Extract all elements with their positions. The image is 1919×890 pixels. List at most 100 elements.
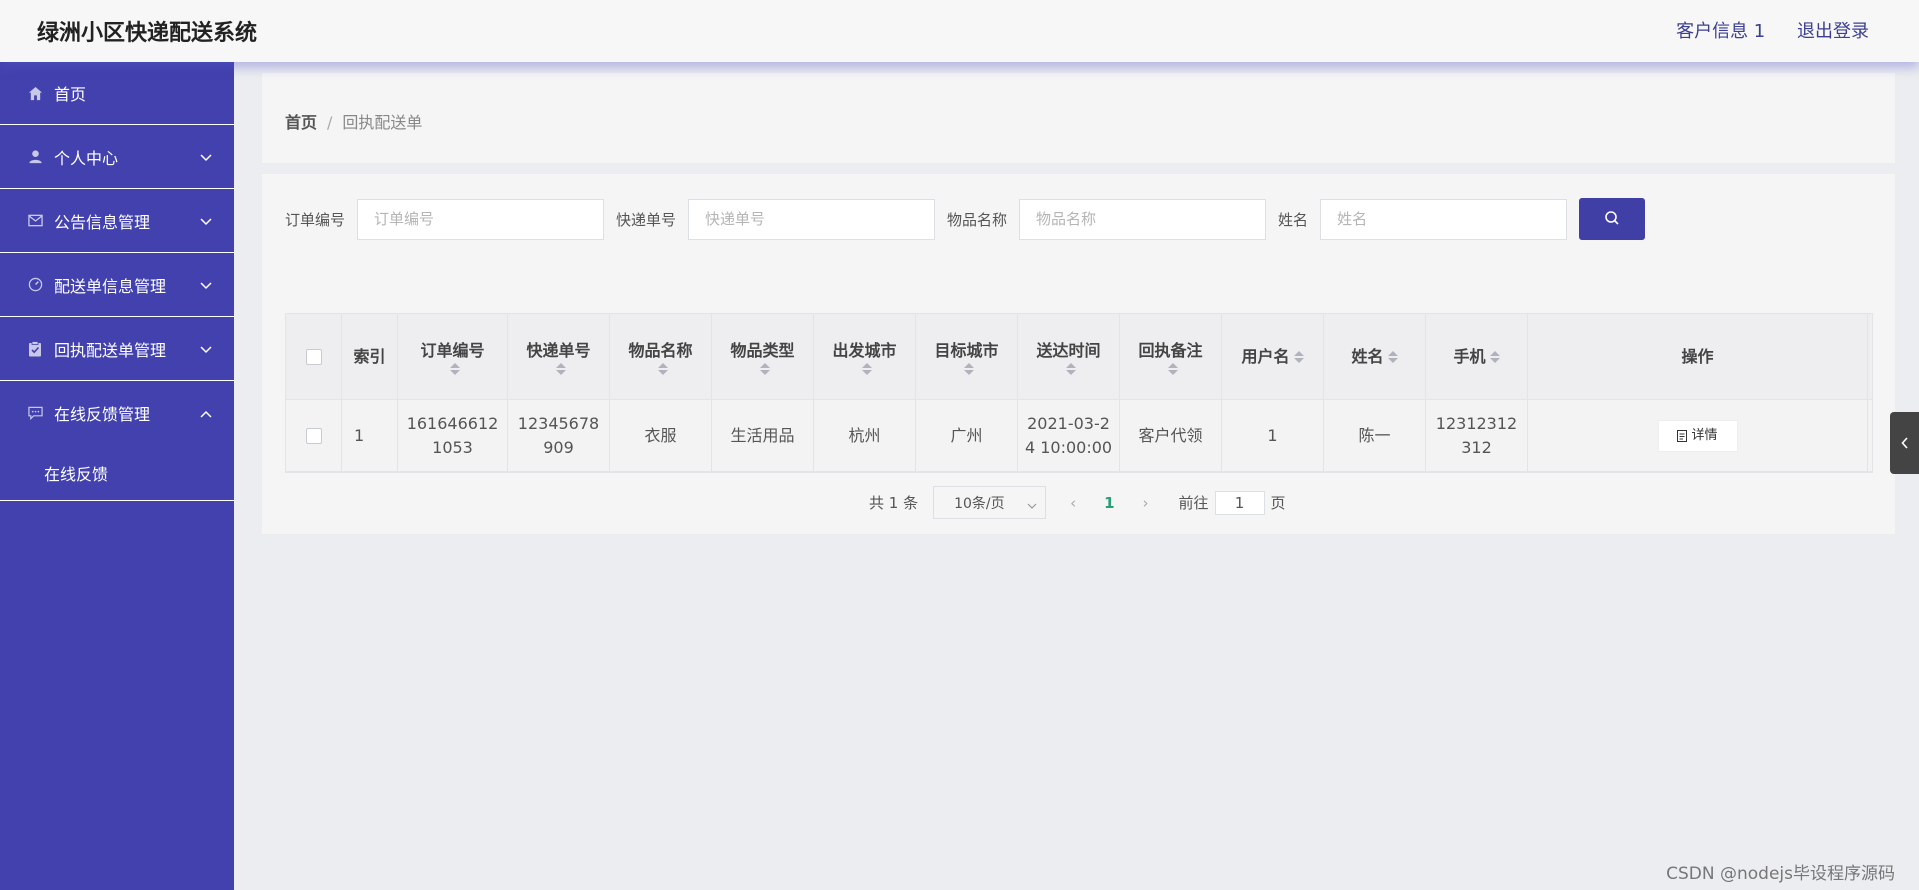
sort-icon[interactable] [861, 362, 872, 375]
customer-info-link[interactable]: 客户信息 1 [1676, 21, 1765, 42]
chevron-left-icon [1900, 434, 1909, 453]
cell-item-type: 生活用品 [712, 400, 814, 471]
cell-username: 1 [1222, 400, 1324, 471]
sort-icon[interactable] [449, 362, 460, 375]
home-icon [27, 85, 43, 101]
sidebar-item-receipt[interactable]: 回执配送单管理 [0, 317, 234, 381]
cell-name: 陈一 [1324, 400, 1426, 471]
col-header-remark[interactable]: 回执备注 [1120, 314, 1222, 399]
sort-icon[interactable] [1489, 350, 1500, 363]
item-name-input[interactable] [1019, 198, 1267, 240]
sidebar-item-personal[interactable]: 个人中心 [0, 125, 234, 189]
cell-remark: 客户代领 [1120, 400, 1222, 471]
user-icon [27, 149, 43, 165]
chevron-down-icon [1027, 498, 1037, 514]
page-number-current[interactable]: 1 [1104, 494, 1114, 512]
breadcrumb-home[interactable]: 首页 [285, 113, 317, 132]
col-header-phone[interactable]: 手机 [1426, 314, 1528, 399]
col-header-to-city[interactable]: 目标城市 [916, 314, 1018, 399]
side-panel-toggle[interactable] [1890, 412, 1919, 474]
main-card: 订单编号 快递单号 物品名称 姓名 索引 订单编号 快递单号 物品名称 物品类型… [262, 174, 1895, 534]
goto-label: 前往 [1178, 494, 1209, 512]
chat-icon [27, 405, 43, 421]
sort-icon[interactable] [657, 362, 668, 375]
select-all-checkbox[interactable] [305, 348, 322, 365]
order-no-input[interactable] [357, 198, 605, 240]
col-header-label: 回执备注 [1138, 340, 1203, 360]
sidebar-item-notice[interactable]: 公告信息管理 [0, 189, 234, 253]
col-header-label: 订单编号 [420, 340, 485, 360]
col-header-label: 送达时间 [1036, 340, 1101, 360]
sidebar-item-home[interactable]: 首页 [0, 62, 234, 125]
pagination-total: 共 1 条 [869, 494, 919, 512]
search-label-item-name: 物品名称 [947, 210, 1008, 229]
cell-text: 2021-03-2 [1027, 413, 1110, 433]
col-header-index: 索引 [342, 314, 398, 399]
goto-page-input[interactable] [1214, 490, 1265, 515]
logout-link[interactable]: 退出登录 [1797, 21, 1869, 42]
col-header-username[interactable]: 用户名 [1222, 314, 1324, 399]
sort-icon[interactable] [555, 362, 566, 375]
col-header-item-type[interactable]: 物品类型 [712, 314, 814, 399]
col-header-label: 操作 [1681, 346, 1714, 366]
sort-icon[interactable] [1065, 362, 1076, 375]
page-size-select[interactable]: 10条/页 [933, 486, 1047, 519]
col-header-label: 快递单号 [526, 340, 591, 360]
breadcrumb-separator: / [327, 113, 333, 132]
page-suffix: 页 [1270, 494, 1286, 512]
detail-button[interactable]: 详情 [1657, 419, 1738, 452]
sort-icon[interactable] [963, 362, 974, 375]
cell-index: 1 [342, 400, 398, 471]
cell-to-city: 广州 [916, 400, 1018, 471]
col-header-label: 物品类型 [730, 340, 795, 360]
sort-icon[interactable] [1387, 350, 1398, 363]
col-header-label: 姓名 [1351, 346, 1384, 366]
sidebar-item-label: 个人中心 [54, 148, 119, 168]
cell-text: 161646612 [406, 413, 499, 433]
sort-icon[interactable] [1293, 350, 1304, 363]
sort-icon[interactable] [759, 362, 770, 375]
cell-text: 12312312 [1435, 413, 1518, 433]
search-bar: 订单编号 快递单号 物品名称 姓名 [285, 198, 1646, 240]
watermark: CSDN @nodejs毕设程序源码 [1666, 864, 1895, 884]
sidebar-item-label: 回执配送单管理 [54, 340, 167, 360]
sidebar-subitem-feedback[interactable]: 在线反馈 [0, 445, 234, 501]
col-header-name[interactable]: 姓名 [1324, 314, 1426, 399]
col-header-label: 物品名称 [628, 340, 693, 360]
breadcrumb: 首页 / 回执配送单 [285, 109, 422, 133]
col-header-label: 手机 [1453, 346, 1486, 366]
row-checkbox[interactable] [305, 427, 322, 444]
col-header-express-no[interactable]: 快递单号 [508, 314, 610, 399]
data-table: 索引 订单编号 快递单号 物品名称 物品类型 出发城市 目标城市 送达时间 回执… [285, 313, 1873, 473]
table-row: 1 161646612 1053 12345678 909 衣服 生活用品 杭州 广… [286, 400, 1872, 472]
sidebar-item-label: 首页 [54, 85, 87, 104]
col-header-delivery-time[interactable]: 送达时间 [1018, 314, 1120, 399]
col-header-item-name[interactable]: 物品名称 [610, 314, 712, 399]
col-header-order-no[interactable]: 订单编号 [398, 314, 508, 399]
row-select-cell [286, 400, 342, 471]
search-label-express-no: 快递单号 [616, 210, 677, 229]
mail-icon [27, 213, 43, 229]
col-header-from-city[interactable]: 出发城市 [814, 314, 916, 399]
search-button[interactable] [1579, 198, 1646, 240]
cell-text: 909 [543, 437, 574, 457]
top-header: 绿洲小区快递配送系统 客户信息 1 退出登录 [0, 0, 1919, 62]
next-page-button[interactable]: › [1143, 494, 1149, 512]
sidebar: 首页 个人中心 公告信息管理 配送单信息管理 回执配送单管理 在线反馈管理 在线… [0, 62, 234, 890]
sidebar-item-feedback[interactable]: 在线反馈管理 [0, 381, 234, 445]
prev-page-button[interactable]: ‹ [1070, 494, 1076, 512]
header-links: 客户信息 1 退出登录 [1650, 17, 1869, 43]
express-no-input[interactable] [688, 198, 936, 240]
breadcrumb-current: 回执配送单 [342, 113, 423, 132]
chevron-down-icon [200, 211, 212, 230]
sidebar-item-label: 配送单信息管理 [54, 276, 167, 296]
sort-icon[interactable] [1167, 362, 1178, 375]
cell-text: 312 [1461, 437, 1492, 457]
select-all-cell [286, 314, 342, 399]
name-input[interactable] [1320, 198, 1568, 240]
table-header-row: 索引 订单编号 快递单号 物品名称 物品类型 出发城市 目标城市 送达时间 回执… [286, 314, 1872, 400]
pagination: 共 1 条 10条/页 ‹ 1 › 前往 页 [869, 486, 1286, 519]
sidebar-item-delivery[interactable]: 配送单信息管理 [0, 253, 234, 317]
sidebar-item-label: 在线反馈管理 [54, 405, 151, 424]
search-label-name: 姓名 [1278, 210, 1309, 229]
